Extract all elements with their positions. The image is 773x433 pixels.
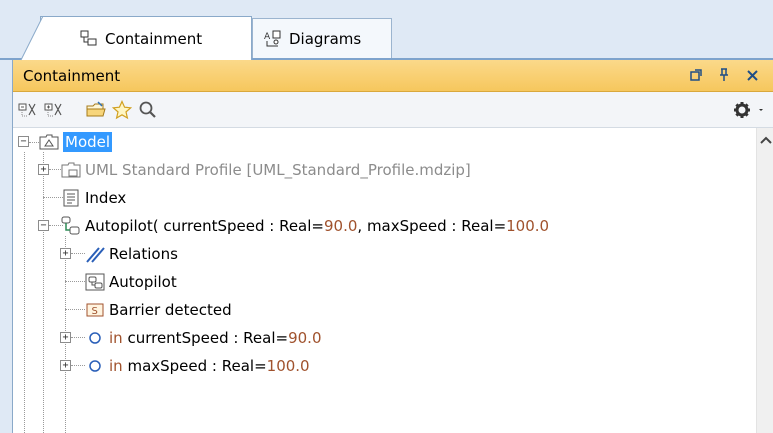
tree-item-direction: in <box>109 357 128 375</box>
tree-expand-toggle[interactable]: + <box>60 248 71 259</box>
search-icon[interactable] <box>137 99 159 121</box>
state-machine-icon <box>61 216 81 236</box>
parameter-icon <box>85 356 105 376</box>
tree-item-label: UML Standard Profile [UML_Standard_Profi… <box>85 161 471 179</box>
tab-diagrams[interactable]: A Diagrams <box>252 18 392 58</box>
tree-item-value: 90.0 <box>288 329 322 347</box>
svg-text:A: A <box>264 32 271 42</box>
tab-diagrams-label: Diagrams <box>289 29 362 48</box>
tree-expand-toggle[interactable]: + <box>38 164 49 175</box>
tree-item-autopilot-diagram[interactable]: Autopilot <box>85 268 177 296</box>
tree-connector <box>71 253 85 254</box>
tree-item-value: 100.0 <box>266 357 310 375</box>
tree-collapse-toggle[interactable]: − <box>18 136 29 147</box>
svg-text:S: S <box>92 306 98 317</box>
scroll-up-arrow-icon[interactable] <box>760 136 772 144</box>
tree-item-label: Relations <box>109 245 178 263</box>
settings-gear-icon[interactable] <box>731 99 767 121</box>
tree-expand-toggle[interactable]: + <box>60 332 71 343</box>
tree-item-max-speed[interactable]: in maxSpeed : Real= 100.0 <box>85 352 310 380</box>
containment-tab-icon <box>79 29 99 49</box>
tab-slant <box>20 16 43 61</box>
float-icon[interactable] <box>689 67 703 83</box>
tree-item-direction: in <box>109 329 128 347</box>
tree-connector <box>43 152 44 433</box>
tree-connector <box>65 281 85 282</box>
signal-event-icon: S <box>85 300 105 320</box>
tree-item-label-mid: , maxSpeed : Real= <box>357 217 507 235</box>
relations-icon <box>85 244 105 264</box>
parameter-icon <box>85 328 105 348</box>
tree-item-value: 100.0 <box>506 217 550 235</box>
tree-connector <box>65 309 85 310</box>
containment-panel: Containment − Model + UML Standard Profi… <box>12 60 773 433</box>
tree-connector <box>29 142 39 143</box>
tree-item-label: Model <box>63 132 113 152</box>
tree-item-value: 90.0 <box>324 217 358 235</box>
tree-item-index[interactable]: Index <box>61 184 126 212</box>
expand-all-icon[interactable] <box>43 99 65 121</box>
profile-package-icon <box>61 160 81 180</box>
tree-item-label: Index <box>85 189 127 207</box>
tree-collapse-toggle[interactable]: − <box>38 220 49 231</box>
tree-item-label: currentSpeed : Real= <box>127 329 289 347</box>
tab-containment[interactable]: Containment <box>20 16 252 61</box>
tab-containment-label: Containment <box>105 29 203 48</box>
vertical-scrollbar[interactable] <box>756 128 773 433</box>
tree-item-label: maxSpeed : Real= <box>127 357 267 375</box>
document-icon <box>61 188 81 208</box>
open-folder-icon[interactable] <box>85 99 107 121</box>
collapse-all-icon[interactable] <box>17 99 39 121</box>
panel-title-bar: Containment <box>13 60 773 92</box>
tree-item-label: Barrier detected <box>109 301 232 319</box>
close-icon[interactable] <box>745 67 759 83</box>
tab-strip: Containment A Diagrams <box>0 0 773 61</box>
pin-icon[interactable] <box>717 67 731 83</box>
tree-item-uml-standard-profile[interactable]: UML Standard Profile [UML_Standard_Profi… <box>61 156 471 184</box>
tree-item-autopilot-state-machine[interactable]: Autopilot( currentSpeed : Real= 90.0, max… <box>61 212 549 240</box>
containment-tree: − Model + UML Standard Profile [UML_Stan… <box>13 128 773 433</box>
tree-expand-toggle[interactable]: + <box>60 360 71 371</box>
tree-item-current-speed[interactable]: in currentSpeed : Real= 90.0 <box>85 324 322 352</box>
tree-item-relations[interactable]: Relations <box>85 240 178 268</box>
panel-title: Containment <box>23 66 121 85</box>
tree-item-label: Autopilot <box>109 273 177 291</box>
model-icon <box>39 132 59 152</box>
favorite-star-icon[interactable] <box>111 99 133 121</box>
panel-toolbar <box>13 92 773 128</box>
panel-title-actions <box>689 67 759 83</box>
tree-item-barrier-detected[interactable]: S Barrier detected <box>85 296 232 324</box>
tree-item-label-prefix: Autopilot( currentSpeed : Real= <box>85 217 324 235</box>
tree-connector <box>71 365 85 366</box>
diagrams-tab-icon: A <box>263 29 283 49</box>
tree-connector <box>24 152 25 433</box>
tree-item-model[interactable]: Model <box>39 128 113 156</box>
state-diagram-icon <box>85 272 105 292</box>
tree-connector <box>71 337 85 338</box>
